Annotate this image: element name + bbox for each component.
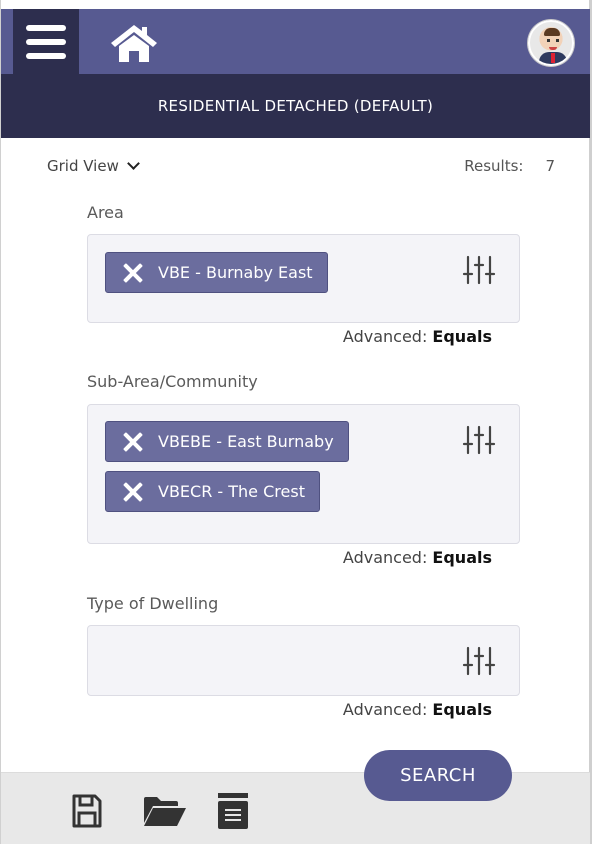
home-icon[interactable] bbox=[109, 23, 159, 63]
open-folder-icon[interactable] bbox=[142, 795, 188, 827]
close-icon[interactable] bbox=[122, 481, 144, 503]
grid-view-dropdown[interactable]: Grid View bbox=[47, 157, 140, 175]
menu-icon-bar bbox=[26, 24, 66, 31]
menu-icon-bar bbox=[26, 52, 66, 59]
sub-area-chip: VBECR - The Crest bbox=[105, 471, 320, 512]
sub-area-field[interactable]: VBEBE - East Burnaby VBECR - The Crest bbox=[87, 404, 520, 544]
area-chip: VBE - Burnaby East bbox=[105, 252, 328, 293]
chevron-down-icon bbox=[126, 157, 140, 170]
save-icon[interactable] bbox=[71, 793, 103, 829]
area-label: Area bbox=[87, 203, 124, 222]
search-button-label: SEARCH bbox=[400, 765, 476, 786]
sub-area-advanced[interactable]: Advanced: Equals bbox=[343, 548, 492, 567]
menu-button[interactable] bbox=[13, 9, 79, 74]
filter-sliders-icon[interactable] bbox=[462, 425, 496, 455]
dwelling-field[interactable] bbox=[87, 625, 520, 696]
top-bar bbox=[1, 9, 590, 74]
list-icon[interactable] bbox=[218, 793, 248, 829]
results-label: Results: bbox=[464, 157, 524, 175]
dwelling-advanced[interactable]: Advanced: Equals bbox=[343, 700, 492, 719]
advanced-value: Equals bbox=[432, 327, 492, 346]
area-advanced[interactable]: Advanced: Equals bbox=[343, 327, 492, 346]
sub-area-chip: VBEBE - East Burnaby bbox=[105, 421, 349, 462]
results-count: 7 bbox=[545, 157, 555, 175]
grid-view-label: Grid View bbox=[47, 157, 119, 175]
avatar-hair bbox=[544, 28, 560, 36]
avatar-eyes bbox=[547, 39, 559, 42]
filter-sliders-icon[interactable] bbox=[462, 646, 496, 676]
advanced-label: Advanced: bbox=[342, 700, 428, 719]
chip-label: VBECR - The Crest bbox=[158, 482, 305, 501]
filter-sliders-icon[interactable] bbox=[462, 255, 496, 285]
advanced-label: Advanced: bbox=[342, 548, 428, 567]
close-icon[interactable] bbox=[122, 431, 144, 453]
avatar[interactable] bbox=[528, 20, 574, 66]
close-icon[interactable] bbox=[122, 262, 144, 284]
area-field[interactable]: VBE - Burnaby East bbox=[87, 234, 520, 323]
dwelling-label: Type of Dwelling bbox=[87, 594, 219, 613]
advanced-value: Equals bbox=[432, 548, 492, 567]
advanced-value: Equals bbox=[432, 700, 492, 719]
advanced-label: Advanced: bbox=[342, 327, 428, 346]
avatar-mouth bbox=[549, 47, 557, 50]
chip-label: VBEBE - East Burnaby bbox=[158, 432, 334, 451]
sub-area-label: Sub-Area/Community bbox=[87, 372, 258, 391]
search-button[interactable]: SEARCH bbox=[364, 750, 512, 801]
results-summary: Results: 7 bbox=[464, 157, 555, 175]
page-title: RESIDENTIAL DETACHED (DEFAULT) bbox=[1, 74, 590, 138]
chip-label: VBE - Burnaby East bbox=[158, 263, 313, 282]
app-frame: RESIDENTIAL DETACHED (DEFAULT) Grid View… bbox=[0, 0, 592, 844]
avatar-tie bbox=[551, 53, 555, 63]
page-title-text: RESIDENTIAL DETACHED (DEFAULT) bbox=[157, 97, 434, 115]
menu-icon-bar bbox=[26, 38, 66, 45]
